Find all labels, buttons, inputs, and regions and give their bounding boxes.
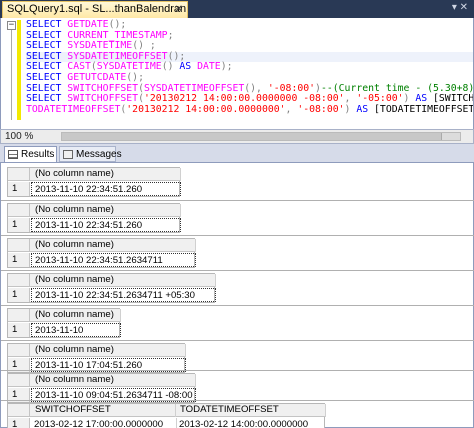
grid-header-row: (No column name)	[8, 309, 121, 322]
grid-splitter[interactable]	[1, 200, 474, 201]
grid-splitter[interactable]	[1, 235, 474, 236]
column-header[interactable]: (No column name)	[31, 374, 196, 387]
messages-icon	[63, 150, 73, 159]
grid-header-row: (No column name)	[8, 239, 196, 252]
column-header[interactable]: TODATETIMEOFFSET	[176, 404, 326, 417]
grid-corner[interactable]	[8, 168, 30, 181]
grid-splitter[interactable]	[1, 400, 474, 401]
column-header[interactable]: (No column name)	[31, 204, 181, 217]
result-grid[interactable]: SWITCHOFFSET TODATETIMEOFFSET 1 2013-02-12 …	[7, 403, 326, 428]
editor-status-bar: 100 %	[0, 129, 474, 144]
grid-cell[interactable]: 2013-02-12 14:00:00.0000000 -08:00	[176, 418, 326, 428]
grid-corner[interactable]	[8, 404, 30, 417]
column-header[interactable]: (No column name)	[31, 309, 121, 322]
zoom-level[interactable]: 100 %	[5, 130, 33, 143]
column-header[interactable]: (No column name)	[31, 274, 216, 287]
result-grid[interactable]: (No column name) 1 2013-11-10 22:34:51.263…	[7, 238, 196, 268]
row-number[interactable]: 1	[8, 323, 30, 337]
grid-header-row: (No column name)	[8, 374, 196, 387]
grid-corner[interactable]	[8, 374, 30, 387]
grid-splitter[interactable]	[1, 270, 474, 271]
grid-corner[interactable]	[8, 274, 30, 287]
tab-messages-label: Messages	[76, 149, 122, 160]
fold-line	[11, 30, 12, 120]
result-grid[interactable]: (No column name) 1 2013-11-10 22:34:51.263…	[7, 273, 216, 303]
grid-corner[interactable]	[8, 239, 30, 252]
close-tab-icon[interactable]: ✕	[175, 2, 183, 17]
scrollbar-thumb[interactable]	[62, 133, 442, 140]
change-tracking-bar	[17, 20, 21, 120]
column-header[interactable]: SWITCHOFFSET	[31, 404, 176, 417]
grid-splitter[interactable]	[1, 340, 474, 341]
grid-cell[interactable]: 2013-02-12 17:00:00.0000000 -05:00	[31, 418, 176, 428]
grid-corner[interactable]	[8, 309, 30, 322]
document-tab-strip: SQLQuery1.sql - SL...thanBalendran (56))…	[0, 0, 474, 30]
grid-splitter[interactable]	[1, 370, 474, 371]
result-grid[interactable]: (No column name) 1 2013-11-10	[7, 308, 121, 338]
result-grid[interactable]: (No column name) 1 2013-11-10 09:04:51.263…	[7, 373, 196, 403]
grid-cell[interactable]: 2013-11-10 22:34:51.260	[31, 182, 181, 196]
row-number[interactable]: 1	[8, 288, 30, 302]
code-text[interactable]: SELECT GETDATE(); SELECT CURRENT_TIMESTAM…	[26, 19, 474, 115]
grid-header-row: SWITCHOFFSET TODATETIMEOFFSET	[8, 404, 326, 417]
horizontal-scrollbar[interactable]	[61, 132, 461, 141]
query-editor[interactable]: − SELECT GETDATE(); SELECT CURRENT_TIMEST…	[0, 18, 474, 129]
column-header[interactable]: (No column name)	[31, 344, 186, 357]
result-grid[interactable]: (No column name) 1 2013-11-10 17:04:51.260	[7, 343, 186, 373]
row-number[interactable]: 1	[8, 253, 30, 267]
grid-cell[interactable]: 2013-11-10 22:34:51.2634711	[31, 253, 196, 267]
grid-cell[interactable]: 2013-11-10 22:34:51.2634711 +05:30	[31, 288, 216, 302]
grid-cell[interactable]: 2013-11-10	[31, 323, 121, 337]
grid-cell[interactable]: 2013-11-10 22:34:51.260	[31, 218, 181, 232]
result-grid[interactable]: (No column name) 1 2013-11-10 22:34:51.260	[7, 203, 181, 233]
tab-list-dropdown-icon[interactable]: ▾ ✕	[452, 2, 468, 13]
code-line: TODATETIMEOFFSET('20130212 14:00:00.0000…	[26, 103, 474, 115]
row-number[interactable]: 1	[8, 418, 30, 428]
column-header[interactable]: (No column name)	[31, 168, 181, 181]
tab-messages[interactable]: Messages	[59, 146, 122, 162]
grid-header-row: (No column name)	[8, 344, 186, 357]
tab-results[interactable]: Results	[4, 146, 57, 162]
grid-header-row: (No column name)	[8, 274, 216, 287]
grid-icon	[8, 150, 18, 159]
document-tab[interactable]: SQLQuery1.sql - SL...thanBalendran (56))…	[2, 1, 188, 30]
column-header[interactable]: (No column name)	[31, 239, 196, 252]
results-pane: (No column name) 1 2013-11-10 22:34:51.260…	[0, 162, 474, 428]
grid-header-row: (No column name)	[8, 204, 181, 217]
editor-margin: −	[1, 18, 21, 129]
collapse-icon[interactable]: −	[7, 21, 16, 30]
tab-results-label: Results	[21, 149, 55, 160]
results-tab-strip: Results Messages	[0, 144, 474, 162]
grid-corner[interactable]	[8, 204, 30, 217]
grid-splitter[interactable]	[1, 305, 474, 306]
result-grid[interactable]: (No column name) 1 2013-11-10 22:34:51.260	[7, 167, 181, 197]
row-number[interactable]: 1	[8, 182, 30, 196]
grid-header-row: (No column name)	[8, 168, 181, 181]
row-number[interactable]: 1	[8, 218, 30, 232]
grid-corner[interactable]	[8, 344, 30, 357]
